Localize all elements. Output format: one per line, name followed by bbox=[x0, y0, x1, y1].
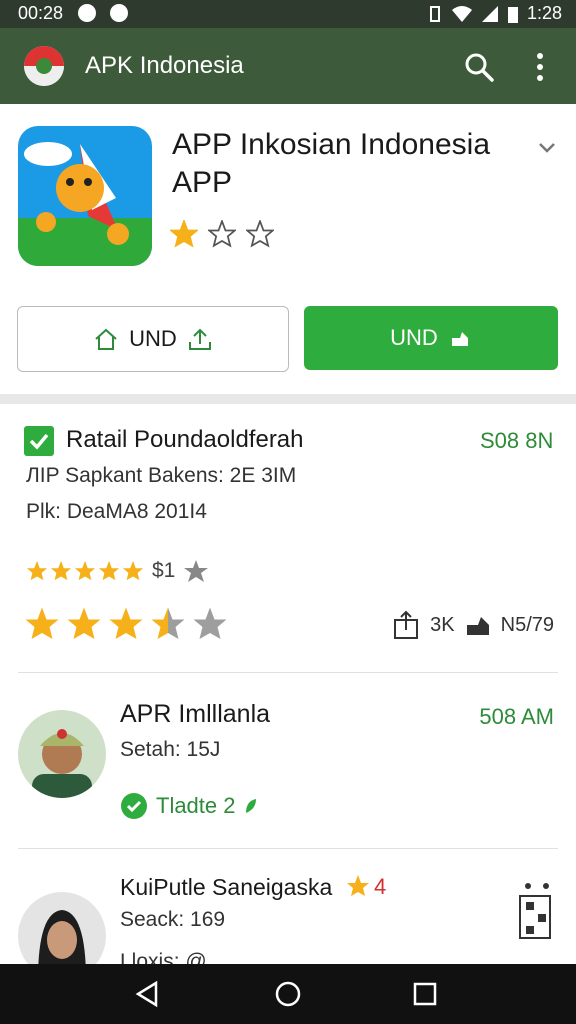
star-filled-icon bbox=[170, 220, 198, 248]
install-label: UND bbox=[390, 325, 438, 350]
battery-icon bbox=[507, 6, 518, 23]
notification-icon bbox=[78, 4, 96, 22]
big-rating-stars bbox=[24, 606, 232, 642]
app-stats: 3K N5/79 bbox=[392, 610, 554, 640]
star-gray-icon bbox=[184, 560, 209, 582]
install-count: N5/79 bbox=[500, 613, 554, 636]
star-filled-icon bbox=[74, 560, 96, 581]
app-rating-stars bbox=[170, 220, 274, 248]
review-badge: 4 bbox=[374, 874, 387, 899]
developer-name: Ratail Poundaoldferah bbox=[66, 426, 304, 453]
install-button[interactable]: UND bbox=[304, 306, 558, 370]
check-circle-icon bbox=[121, 793, 147, 819]
review-sub: Seack: 169 bbox=[120, 908, 226, 931]
status-time: 00:28 bbox=[18, 3, 64, 23]
review-time: 508 AM bbox=[479, 704, 554, 729]
chevron-down-icon[interactable] bbox=[536, 136, 558, 158]
details-line-2: Plk: DeaMA8 201I4 bbox=[26, 500, 207, 523]
more-vert-icon[interactable] bbox=[528, 50, 552, 84]
wifi-icon bbox=[451, 5, 472, 22]
app-bar: APK Indonesia bbox=[0, 28, 576, 104]
secondary-action-label: UND bbox=[129, 326, 177, 351]
app-bar-title: APK Indonesia bbox=[85, 52, 244, 79]
details-list: Ratail Poundaoldferah S08 8N ЛIP Sapkant… bbox=[0, 404, 576, 980]
details-meta: S08 8N bbox=[480, 428, 554, 453]
star-filled-icon bbox=[26, 560, 48, 581]
section-divider bbox=[0, 394, 576, 404]
app-title: APP Inkosian Indonesia APP bbox=[172, 128, 491, 199]
star-filled-icon bbox=[25, 607, 59, 639]
details-line-1: ЛIP Sapkant Bakens: 2E 3IM bbox=[26, 464, 297, 487]
review-tag: Tladte 2 bbox=[120, 792, 258, 820]
star-filled-icon bbox=[98, 560, 120, 581]
star-filled-icon bbox=[67, 607, 101, 639]
home-nav-icon[interactable] bbox=[273, 979, 303, 1009]
small-rating-count: $1 bbox=[152, 559, 176, 582]
install-count-icon bbox=[466, 617, 489, 635]
back-icon[interactable] bbox=[132, 979, 162, 1009]
status-time-right: 1:28 bbox=[526, 3, 562, 23]
review-name: APR Imlllanla bbox=[120, 700, 271, 728]
review-name: KuiPutle Saneigaska bbox=[120, 874, 333, 900]
avatar bbox=[18, 710, 106, 798]
star-filled-icon bbox=[122, 560, 144, 581]
notification-icon bbox=[110, 4, 128, 22]
list-divider bbox=[18, 672, 558, 673]
star-outline-icon bbox=[208, 220, 236, 248]
star-empty-icon bbox=[193, 607, 227, 639]
signal-icon bbox=[481, 5, 498, 22]
small-rating-row: $1 bbox=[26, 558, 209, 584]
status-bar: 00:28 1:28 bbox=[0, 0, 576, 28]
app-logo-icon bbox=[24, 46, 64, 86]
recents-icon[interactable] bbox=[410, 979, 440, 1009]
list-divider bbox=[18, 848, 558, 849]
app-icon bbox=[18, 126, 152, 266]
checkbox-icon[interactable] bbox=[24, 426, 54, 456]
upload-icon bbox=[188, 328, 211, 350]
vibrate-icon bbox=[429, 5, 440, 22]
review-tag-label: Tladte 2 bbox=[156, 793, 236, 818]
qr-code-icon[interactable] bbox=[518, 882, 554, 942]
star-half-icon bbox=[151, 607, 185, 639]
app-header-card: APP Inkosian Indonesia APP UND UND bbox=[0, 104, 576, 394]
share-icon[interactable] bbox=[392, 610, 420, 640]
install-icon bbox=[451, 332, 468, 346]
secondary-action-button[interactable]: UND bbox=[17, 306, 289, 372]
star-icon bbox=[347, 875, 369, 896]
small-rating-stars bbox=[26, 560, 144, 582]
home-icon bbox=[95, 328, 117, 350]
star-filled-icon bbox=[50, 560, 72, 581]
navigation-bar bbox=[0, 964, 576, 1024]
leaf-icon bbox=[245, 799, 256, 813]
star-filled-icon bbox=[109, 607, 143, 639]
review-sub: Setah: 15J bbox=[120, 738, 221, 761]
search-icon[interactable] bbox=[462, 50, 496, 84]
star-outline-icon bbox=[246, 220, 274, 248]
share-count: 3K bbox=[430, 613, 455, 636]
